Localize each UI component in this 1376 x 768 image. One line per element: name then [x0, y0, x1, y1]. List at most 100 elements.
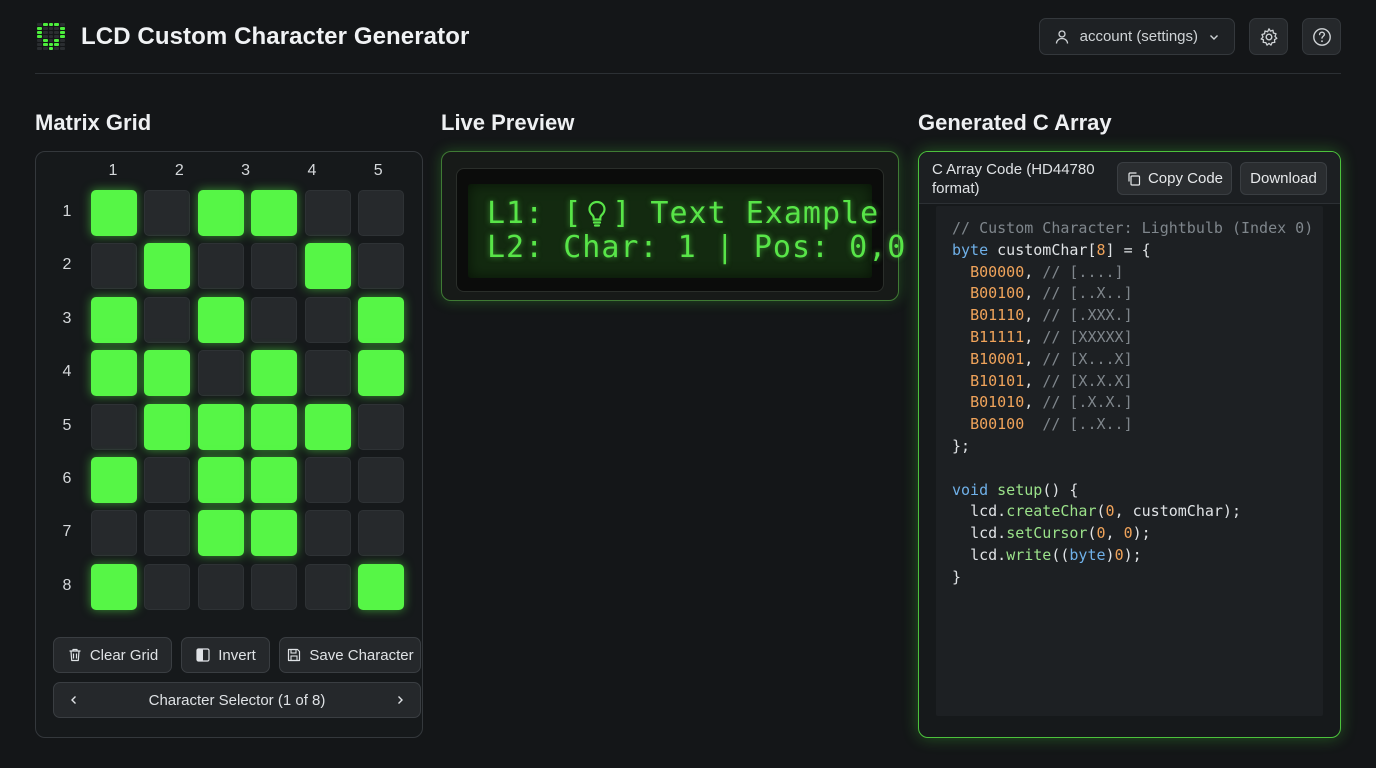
row-label: 4	[62, 363, 72, 381]
matrix-cell[interactable]	[304, 350, 351, 397]
matrix-cell[interactable]	[304, 296, 351, 343]
character-selector-label: Character Selector (1 of 8)	[148, 691, 326, 709]
matrix-cell[interactable]	[144, 563, 191, 610]
matrix-section-title: Matrix Grid	[35, 110, 152, 135]
settings-button[interactable]	[1249, 18, 1288, 55]
copy-code-button[interactable]: Copy Code	[1117, 162, 1232, 195]
app-header: LCD Custom Character Generator account (…	[35, 0, 1341, 74]
clear-grid-button[interactable]: Clear Grid	[53, 637, 172, 673]
matrix-cell[interactable]	[91, 296, 137, 343]
user-icon	[1054, 29, 1070, 45]
download-button[interactable]: Download	[1240, 162, 1327, 195]
matrix-cell[interactable]	[144, 350, 191, 397]
matrix-cell[interactable]	[91, 350, 137, 397]
matrix-cell[interactable]	[304, 510, 351, 557]
matrix-cell[interactable]	[358, 243, 404, 290]
logo-pixel	[54, 22, 60, 26]
matrix-cell[interactable]	[144, 190, 191, 236]
matrix-cell[interactable]	[304, 190, 351, 236]
matrix-cell[interactable]	[91, 190, 137, 236]
matrix-cell[interactable]	[91, 563, 137, 610]
save-character-label: Save Character	[309, 646, 414, 664]
matrix-cell[interactable]	[358, 190, 404, 236]
matrix-cell[interactable]	[91, 457, 137, 503]
logo-pixel	[42, 26, 48, 30]
matrix-cell[interactable]	[144, 457, 191, 503]
logo-pixel	[60, 43, 65, 47]
matrix-cell[interactable]	[197, 190, 244, 236]
matrix-cell[interactable]	[251, 243, 298, 290]
code-line: B00100, // [..X..]	[970, 284, 1133, 303]
matrix-cell[interactable]	[144, 510, 191, 557]
matrix-cell[interactable]	[358, 350, 404, 397]
logo-pixel	[42, 43, 48, 47]
logo-pixel	[60, 26, 65, 30]
matrix-cell[interactable]	[304, 457, 351, 503]
matrix-cell[interactable]	[358, 510, 404, 557]
matrix-cell[interactable]	[91, 510, 137, 557]
matrix-cell[interactable]	[251, 190, 298, 236]
matrix-cell[interactable]	[304, 563, 351, 610]
matrix-cell[interactable]	[251, 350, 298, 397]
matrix-cell[interactable]	[358, 403, 404, 450]
matrix-cell[interactable]	[91, 243, 137, 290]
matrix-cell[interactable]	[144, 243, 191, 290]
logo-pixel	[54, 43, 60, 47]
matrix-cell[interactable]	[358, 563, 404, 610]
next-character-button[interactable]	[394, 694, 406, 706]
code-section-title: Generated C Array	[918, 110, 1112, 135]
array-rows: B00000, // [....] B00100, // [..X..] B01…	[952, 262, 1313, 436]
copy-icon	[1126, 171, 1142, 187]
matrix-cell[interactable]	[251, 510, 298, 557]
account-dropdown[interactable]: account (settings)	[1038, 18, 1235, 55]
matrix-cell[interactable]	[358, 457, 404, 503]
matrix-cell[interactable]	[304, 243, 351, 290]
logo-pixel	[37, 47, 42, 51]
invert-label: Invert	[218, 646, 256, 664]
matrix-cell[interactable]	[144, 296, 191, 343]
logo-pixel	[54, 30, 60, 34]
matrix-cell[interactable]	[251, 457, 298, 503]
row-label: 2	[62, 256, 72, 274]
code-line: B10001, // [X...X]	[970, 349, 1133, 368]
matrix-cell[interactable]	[197, 243, 244, 290]
prev-character-button[interactable]	[68, 694, 80, 706]
matrix-cell[interactable]	[197, 510, 244, 557]
column-label: 3	[241, 162, 251, 179]
matrix-cell[interactable]	[197, 457, 244, 503]
matrix-cell[interactable]	[197, 403, 244, 450]
matrix-cell[interactable]	[144, 403, 191, 450]
matrix-cell[interactable]	[251, 296, 298, 343]
lcd-lightbulb-glyph-icon	[582, 198, 612, 228]
gear-icon	[1259, 27, 1279, 47]
lcd-line-1-prefix: L1: [	[487, 196, 583, 231]
row-label: 8	[62, 576, 72, 594]
code-line: lcd.write((byte)0);	[970, 545, 1142, 564]
matrix-cell[interactable]	[358, 296, 404, 343]
logo-pixel	[60, 39, 65, 43]
column-label: 5	[373, 162, 383, 179]
matrix-cell[interactable]	[251, 563, 298, 610]
matrix-cell[interactable]	[197, 296, 244, 343]
code-line: // Custom Character: Lightbulb (Index 0)	[952, 219, 1314, 237]
help-button[interactable]	[1302, 18, 1341, 55]
matrix-cell[interactable]	[197, 350, 244, 397]
logo-pixel	[54, 26, 60, 30]
save-character-button[interactable]: Save Character	[279, 637, 421, 673]
matrix-cell[interactable]	[91, 403, 137, 450]
trash-icon	[67, 647, 83, 663]
logo-pixel	[42, 22, 48, 26]
matrix-cell[interactable]	[304, 403, 351, 450]
code-line: };	[952, 436, 971, 455]
logo-pixel	[48, 22, 54, 26]
invert-icon	[195, 647, 211, 663]
logo-pixel	[42, 39, 48, 43]
app-title: LCD Custom Character Generator	[81, 22, 470, 50]
matrix-cell[interactable]	[251, 403, 298, 450]
matrix-cell[interactable]	[197, 563, 244, 610]
row-label: 5	[62, 416, 72, 434]
invert-button[interactable]: Invert	[181, 637, 270, 673]
download-label: Download	[1250, 170, 1317, 187]
code-line: B00000, // [....]	[970, 262, 1124, 281]
